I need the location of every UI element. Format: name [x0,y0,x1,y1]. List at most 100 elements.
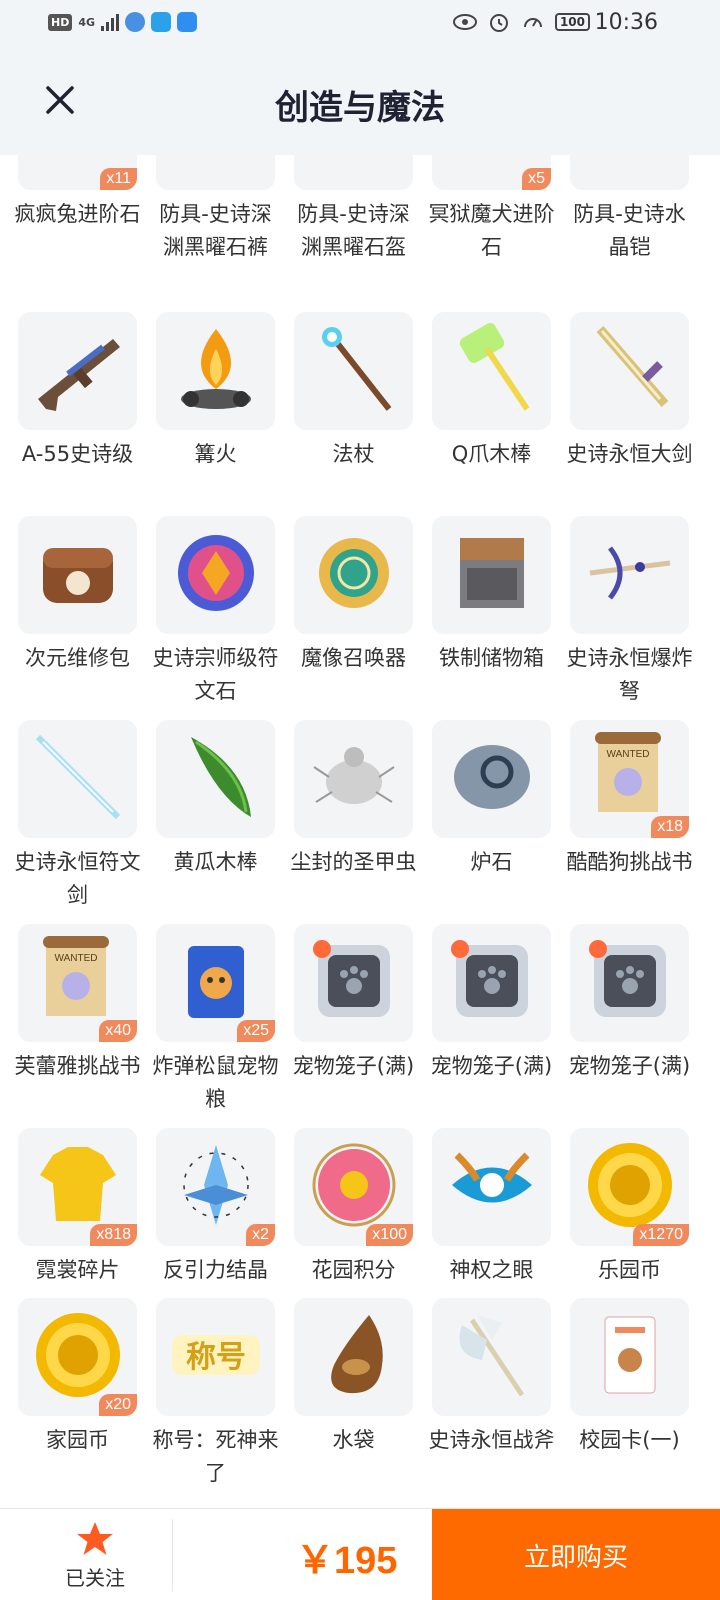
rune-icon [166,523,266,627]
item-cell[interactable]: x2 反引力结晶 [156,1128,275,1287]
item-tile[interactable]: 称号 [156,1298,275,1416]
item-name: 史诗永恒大剑 [566,442,693,466]
item-cell[interactable]: x20 家园币 [18,1298,137,1490]
buy-now-button[interactable]: 立即购买 [432,1509,720,1600]
item-name: 魔像召唤器 [301,646,406,670]
item-name: 防具-史诗水晶铠 [573,202,686,259]
quantity-badge: x20 [99,1394,137,1416]
item-tile[interactable] [294,1298,413,1416]
item-tile[interactable] [294,720,413,838]
item-name: 酷酷狗挑战书 [566,850,693,874]
battery-indicator: 100 [554,13,590,31]
quantity-badge: x40 [99,1020,137,1042]
item-cell[interactable]: 宠物笼子(满) [569,924,690,1116]
price: ￥195 [296,1540,398,1582]
item-cell[interactable]: Q爪木棒 [432,312,551,471]
item-tile[interactable] [18,720,137,838]
status-time: 10:36 [594,10,658,35]
item-tile[interactable]: x1270 [570,1128,689,1246]
item-cell[interactable]: x25 炸弹松鼠宠物粮 [153,924,279,1116]
item-tile[interactable] [570,312,689,430]
summoner-icon [304,523,404,627]
item-name: 神权之眼 [449,1258,534,1282]
item-cell[interactable]: 魔像召唤器 [294,516,413,708]
cucumber-icon [166,727,266,831]
item-cell[interactable]: 炉石 [432,720,551,912]
gun-icon [28,319,128,423]
item-cell[interactable]: 校园卡(一) [570,1298,689,1490]
item-cell[interactable]: 篝火 [156,312,275,471]
quantity-badge: x100 [366,1224,413,1246]
item-name: 家园币 [46,1428,109,1452]
item-tile[interactable]: x25 [156,924,275,1042]
item-tile[interactable]: x818 [18,1128,137,1246]
item-row: 史诗永恒符文剑 黄瓜木棒 尘封的圣甲虫 炉石 WANTED x18 酷酷狗挑战书 [15,720,693,912]
item-tile[interactable] [432,924,551,1042]
item-tile[interactable] [156,720,275,838]
item-tile[interactable]: WANTED x18 [570,720,689,838]
item-name: 芙蕾雅挑战书 [14,1054,141,1078]
status-bar: HD 4G 100 10:36 [0,0,720,50]
item-tile[interactable] [570,924,689,1042]
item-cell[interactable]: 史诗永恒大剑 [567,312,693,471]
item-cell[interactable]: WANTED x40 芙蕾雅挑战书 [15,924,141,1116]
axe-icon [442,1305,542,1409]
item-tile[interactable] [432,720,551,838]
item-name: 花园积分 [311,1258,396,1282]
item-cell[interactable]: 称号 称号：死神来了 [153,1298,279,1490]
item-name: 炉石 [470,850,513,874]
item-row: A-55史诗级 篝火 法杖 Q爪木棒 史诗永恒大剑 [18,312,693,471]
item-cell[interactable]: 宠物笼子(满) [431,924,552,1116]
item-cell[interactable]: x1270 乐园币 [570,1128,689,1287]
item-cell[interactable]: x818 霓裳碎片 [18,1128,137,1287]
app-notification-icon [125,12,146,32]
item-cell[interactable]: 铁制储物箱 [432,516,551,708]
item-name: 法杖 [332,442,375,466]
item-name: 水袋 [332,1428,375,1452]
item-tile[interactable]: x100 [294,1128,413,1246]
item-tile[interactable]: x2 [156,1128,275,1246]
item-cell[interactable]: 尘封的圣甲虫 [291,720,417,912]
item-tile[interactable]: WANTED x40 [18,924,137,1042]
item-tile[interactable] [18,516,137,634]
stone-icon [442,727,542,831]
hd-indicator: HD [48,13,73,31]
title-badge-icon: 称号 [166,1305,266,1409]
item-tile[interactable] [294,312,413,430]
item-tile[interactable] [432,312,551,430]
item-tile[interactable] [18,312,137,430]
item-tile[interactable] [432,516,551,634]
item-name: 史诗永恒战斧 [428,1428,555,1452]
item-tile[interactable] [570,516,689,634]
item-cell[interactable]: 史诗宗师级符文石 [153,516,279,708]
cloud-app-icon [177,12,198,32]
item-cell[interactable]: 史诗永恒符文剑 [15,720,141,912]
item-cell[interactable]: A-55史诗级 [18,312,137,471]
item-tile[interactable] [432,1128,551,1246]
item-cell[interactable]: 水袋 [294,1298,413,1490]
divider [172,1519,173,1591]
status-right: 100 [452,10,590,34]
item-tile[interactable]: x20 [18,1298,137,1416]
follow-label: 已关注 [65,1565,125,1590]
top-bar: HD 4G 100 10:36 创造与魔法 [0,0,720,155]
item-tile[interactable] [570,1298,689,1416]
item-cell[interactable]: 史诗永恒爆炸弩 [567,516,693,708]
card-icon [580,1305,680,1409]
item-cell[interactable]: 次元维修包 [18,516,137,708]
item-cell[interactable]: 法杖 [294,312,413,471]
item-tile[interactable] [156,516,275,634]
item-cell[interactable]: 宠物笼子(满) [293,924,414,1116]
item-name: 乐园币 [598,1258,661,1282]
item-cell[interactable]: 黄瓜木棒 [156,720,275,912]
item-tile[interactable] [294,924,413,1042]
eye-comfort-icon [452,10,477,34]
item-cell[interactable]: WANTED x18 酷酷狗挑战书 [567,720,693,912]
item-tile[interactable] [432,1298,551,1416]
item-cell[interactable]: 神权之眼 [432,1128,551,1287]
item-cell[interactable]: 史诗永恒战斧 [429,1298,555,1490]
item-tile[interactable] [294,516,413,634]
item-tile[interactable] [156,312,275,430]
item-cell[interactable]: x100 花园积分 [294,1128,413,1287]
follow-button[interactable]: 已关注 [20,1509,170,1600]
